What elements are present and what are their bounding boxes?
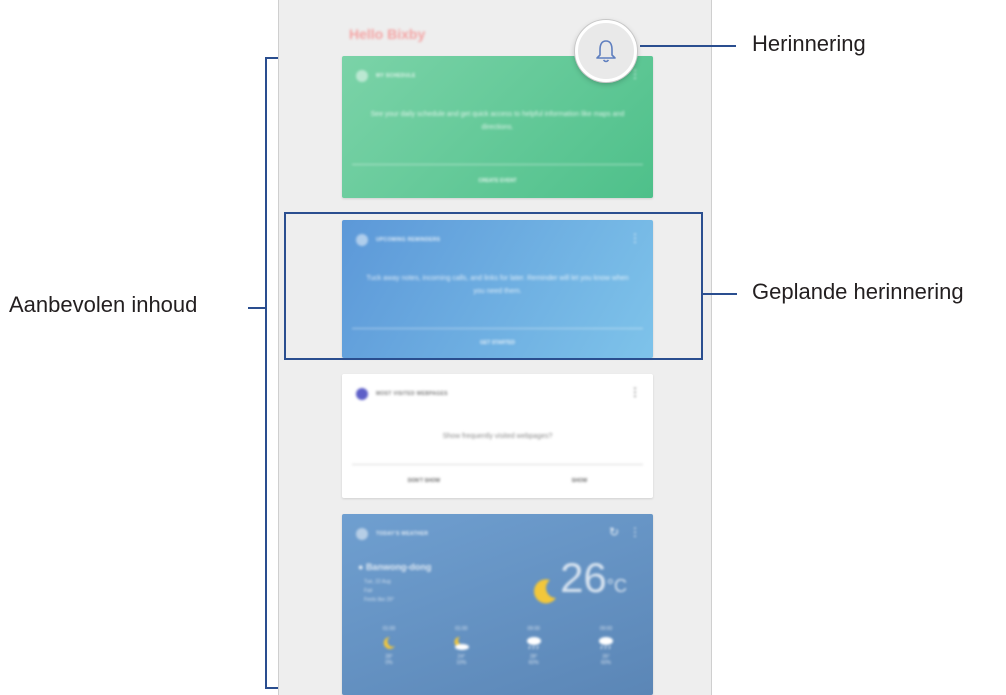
recommended-content-leader: [248, 307, 266, 309]
scheduled-reminder-highlight: [284, 212, 703, 360]
more-options-icon[interactable]: ⋮: [629, 386, 641, 398]
calendar-icon: [356, 70, 368, 82]
moon-icon: [530, 576, 560, 611]
divider: [352, 464, 643, 465]
dont-show-button[interactable]: DON'T SHOW: [408, 478, 440, 484]
recommended-content-label: Aanbevolen inhoud: [9, 292, 198, 317]
forecast-item: 01:00 24° 10%: [428, 626, 494, 666]
more-options-icon[interactable]: ⋮: [629, 68, 641, 80]
divider: [352, 164, 643, 165]
todays-weather-card[interactable]: TODAY'S WEATHER ↻ ⋮ ● Banwong-dong Tue, …: [342, 514, 653, 695]
reminder-label: Herinnering: [752, 31, 866, 56]
webpages-card-question: Show frequently visited webpages?: [442, 433, 553, 440]
webpages-card-title: MOST VISITED WEBPAGES: [376, 391, 448, 397]
forecast-item: 09:00 26° 60%: [573, 626, 639, 666]
more-options-icon[interactable]: ⋮: [629, 526, 641, 538]
forecast-item: 09:00 28° 60%: [501, 626, 567, 666]
weather-details: Tue, 22 Aug Fair Feels like 29°: [364, 579, 395, 603]
hourly-forecast: 01:00 28° 0% 01:00 24° 10% 09:00 28° 60%: [356, 626, 639, 666]
refresh-icon[interactable]: ↻: [609, 526, 619, 538]
recommended-content-bracket-vertical: [265, 57, 267, 689]
greeting-title: Hello Bixby: [349, 26, 426, 42]
schedule-card-description: See your daily schedule and get quick ac…: [370, 111, 625, 131]
weather-card-title: TODAY'S WEATHER: [376, 531, 429, 537]
cloudy-moon-icon: [454, 636, 470, 650]
weather-location: ● Banwong-dong: [358, 562, 432, 572]
bell-icon: [596, 40, 616, 63]
internet-icon: [356, 388, 368, 400]
rain-icon: [598, 637, 613, 650]
weather-icon: [356, 528, 368, 540]
forecast-item: 01:00 28° 0%: [382, 626, 396, 666]
show-button[interactable]: SHOW: [572, 478, 588, 484]
reminder-button[interactable]: [575, 20, 637, 82]
current-temperature: 26°C: [560, 554, 627, 601]
create-event-button[interactable]: CREATE EVENT: [342, 178, 653, 184]
most-visited-webpages-card[interactable]: MOST VISITED WEBPAGES ⋮ Show frequently …: [342, 374, 653, 498]
schedule-card-title: MY SCHEDULE: [376, 73, 416, 79]
reminder-leader-line: [640, 45, 736, 47]
moon-icon: [383, 636, 395, 649]
scheduled-reminder-label: Geplande herinnering: [752, 279, 964, 304]
rain-icon: [526, 637, 541, 650]
scheduled-reminder-leader-line: [703, 293, 737, 295]
